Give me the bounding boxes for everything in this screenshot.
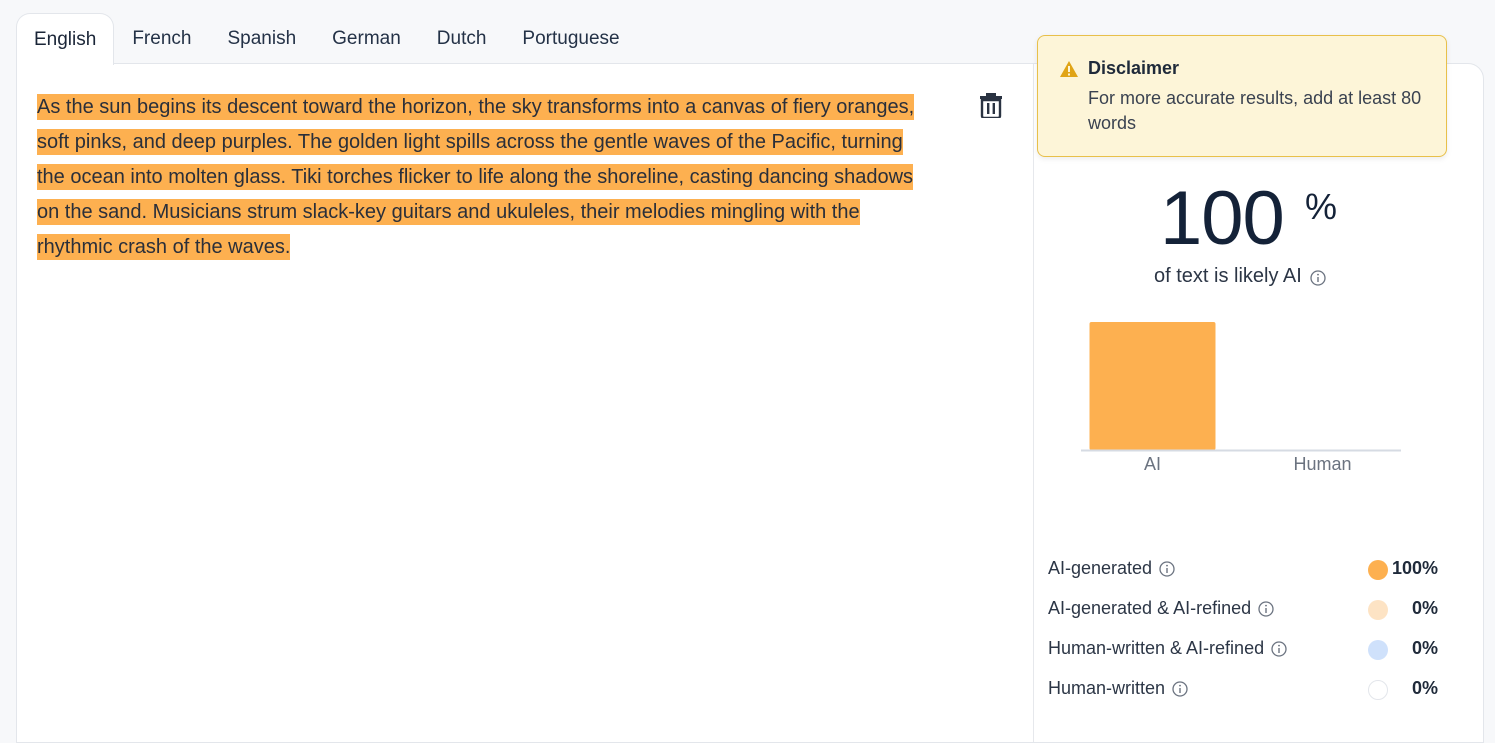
highlighted-line: soft pinks, and deep purples. The golden… — [37, 129, 903, 155]
legend-value: 100% — [1391, 558, 1438, 578]
panel-divider — [1033, 64, 1034, 742]
legend-value: 0% — [1411, 638, 1438, 658]
highlighted-line: the ocean into molten glass. Tiki torche… — [37, 164, 914, 190]
language-tabs: English French Spanish German Dutch Port… — [16, 13, 638, 65]
warning-icon — [1059, 60, 1079, 78]
x-tick-label: Human — [1293, 454, 1351, 474]
info-icon[interactable] — [1159, 560, 1175, 577]
highlighted-line: As the sun begins its descent toward the… — [37, 94, 915, 120]
info-icon[interactable] — [1310, 269, 1326, 286]
disclaimer-box: Disclaimer For more accurate results, ad… — [1037, 35, 1447, 157]
percent-sign: % — [1305, 186, 1338, 227]
info-icon[interactable] — [1258, 600, 1274, 617]
tab-portuguese[interactable]: Portuguese — [504, 13, 637, 64]
ai-percent-value: 100 — [1160, 176, 1285, 261]
highlighted-line: on the sand. Musicians strum slack-key g… — [37, 199, 860, 225]
tab-dutch[interactable]: Dutch — [419, 13, 505, 64]
ai-human-bar-chart: AI Human — [1081, 322, 1401, 474]
bar-ai — [1089, 322, 1216, 450]
text-editor[interactable]: As the sun begins its descent toward the… — [37, 90, 967, 265]
tab-spanish[interactable]: Spanish — [209, 13, 314, 64]
legend-row-human-written: Human-written 0% — [1048, 678, 1438, 702]
legend-row-ai-generated-ai-refined: AI-generated & AI-refined 0% — [1048, 598, 1438, 622]
legend-label: Human-written — [1048, 678, 1166, 698]
result-caption-text: of text is likely AI — [1154, 265, 1302, 287]
trash-icon[interactable] — [979, 92, 1003, 120]
legend-label: Human-written & AI-refined — [1048, 638, 1265, 658]
legend-label: AI-generated — [1048, 558, 1153, 578]
info-icon[interactable] — [1172, 680, 1188, 697]
disclaimer-title: Disclaimer — [1088, 58, 1180, 78]
disclaimer-body: For more accurate results, add at least … — [1088, 88, 1422, 133]
result-caption: of text is likely AI — [1154, 265, 1326, 288]
info-icon[interactable] — [1271, 640, 1287, 657]
x-tick-label: AI — [1144, 454, 1161, 474]
tab-german[interactable]: German — [314, 13, 419, 64]
highlighted-line: rhythmic crash of the waves. — [37, 234, 291, 260]
legend-label: AI-generated & AI-refined — [1048, 598, 1252, 618]
legend-value: 0% — [1411, 678, 1438, 698]
legend-row-ai-generated: AI-generated 100% — [1048, 558, 1438, 582]
legend-value: 0% — [1411, 598, 1438, 618]
legend-row-human-written-ai-refined: Human-written & AI-refined 0% — [1048, 638, 1438, 662]
tab-french[interactable]: French — [114, 13, 209, 64]
tab-english[interactable]: English — [16, 13, 115, 65]
